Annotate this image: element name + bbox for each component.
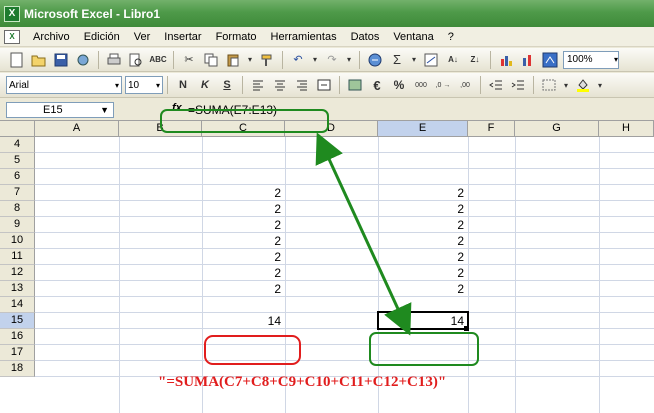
sum-highlight-box (204, 335, 301, 365)
result-highlight-box (369, 332, 479, 366)
annotation-overlay (160, 109, 479, 366)
excel-window: X Microsoft Excel - Libro1 X Archivo Edi… (0, 0, 654, 413)
formula-highlight-box (160, 109, 329, 133)
double-arrow (315, 132, 412, 336)
